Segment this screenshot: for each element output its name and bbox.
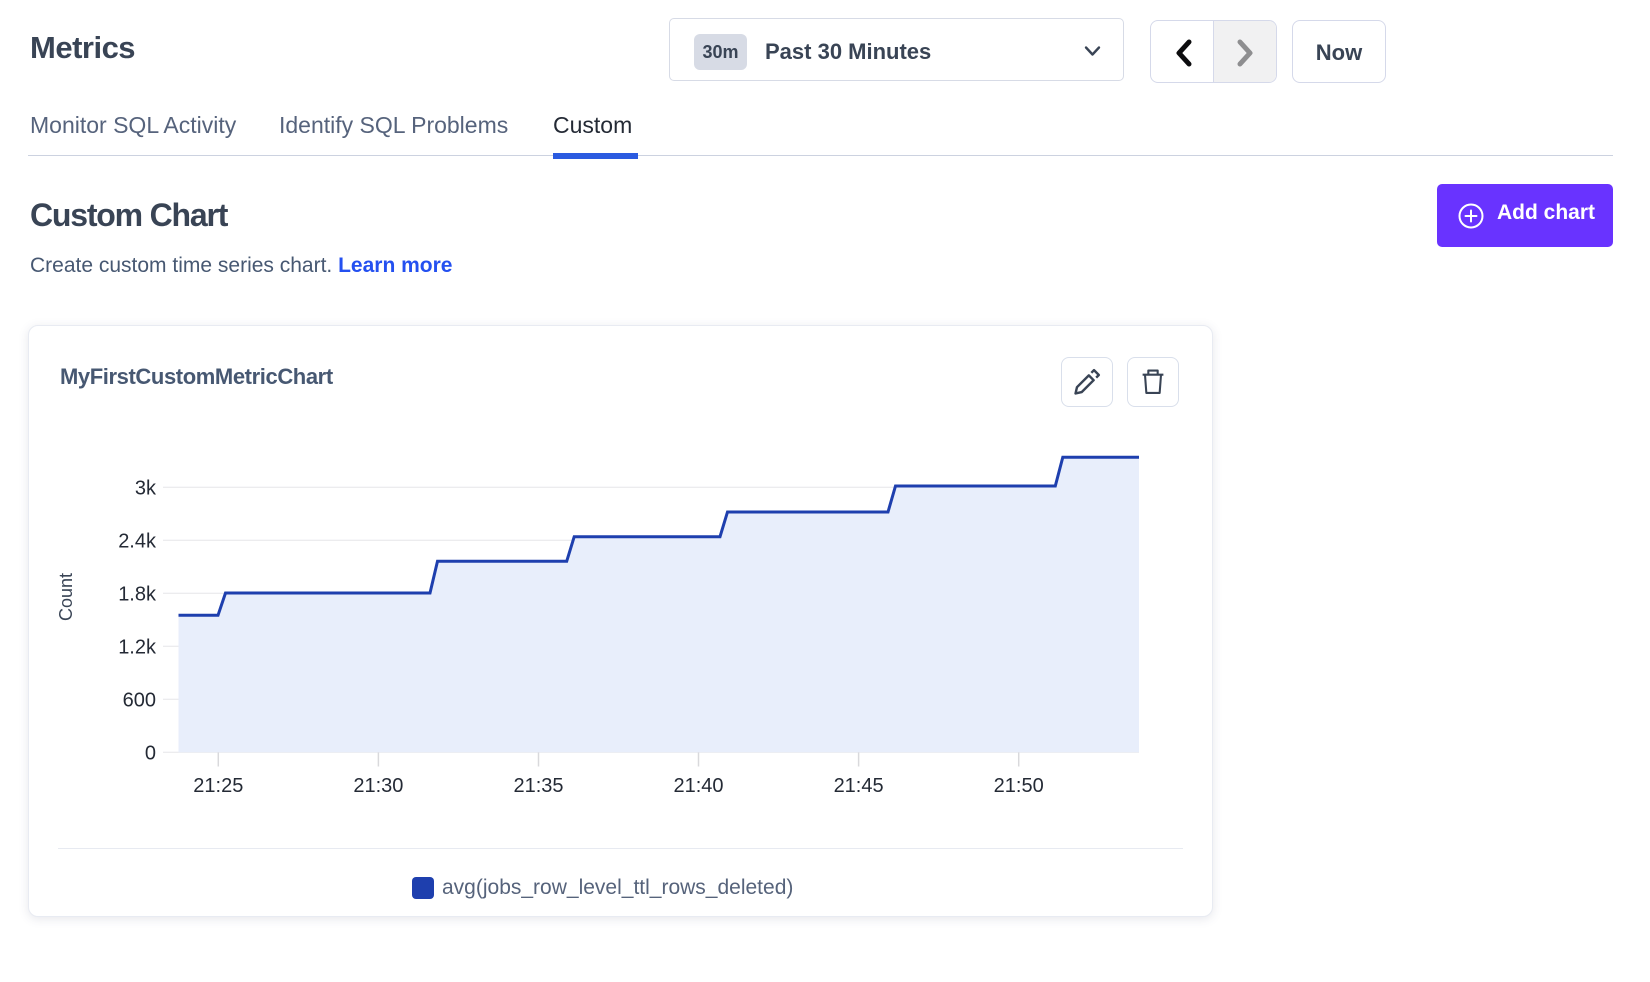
- svg-text:600: 600: [123, 689, 156, 711]
- svg-text:Count: Count: [56, 573, 76, 621]
- svg-text:21:35: 21:35: [513, 775, 563, 797]
- svg-text:21:25: 21:25: [193, 775, 243, 797]
- svg-text:21:30: 21:30: [353, 775, 403, 797]
- svg-text:2.4k: 2.4k: [118, 530, 157, 552]
- svg-text:21:50: 21:50: [994, 775, 1044, 797]
- svg-text:3k: 3k: [135, 477, 157, 499]
- svg-text:21:45: 21:45: [834, 775, 884, 797]
- svg-text:1.8k: 1.8k: [118, 583, 157, 605]
- svg-text:21:40: 21:40: [673, 775, 723, 797]
- svg-text:0: 0: [145, 742, 156, 764]
- svg-text:1.2k: 1.2k: [118, 636, 157, 658]
